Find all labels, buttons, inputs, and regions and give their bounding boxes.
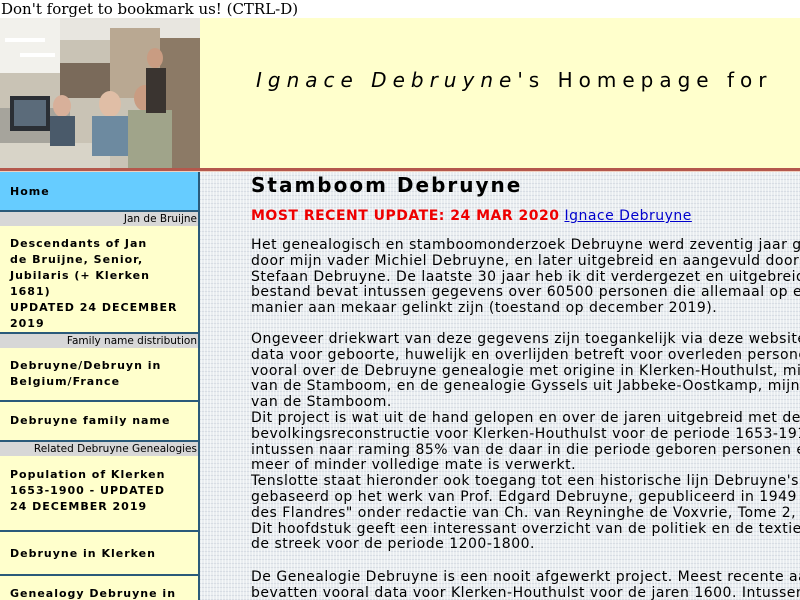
sidebar-item-label: Debruyne in Klerken — [10, 547, 156, 560]
sidebar-item-population-klerken[interactable]: Population of Klerken 1653-1900 - UPDATE… — [0, 456, 200, 532]
text-line: bestand bevat intussen gegevens over 605… — [251, 284, 800, 301]
sidebar-item-descendants[interactable]: Descendants of Jan de Bruijne, Senior, J… — [0, 226, 200, 334]
text-line: De Genealogie Debruyne is een nooit afge… — [251, 569, 800, 585]
sidebar-item-label: UPDATED 24 DECEMBER — [10, 301, 178, 314]
closing-paragraph: De Genealogie Debruyne is een nooit afge… — [251, 569, 800, 600]
text-line: bevatten vooral data voor Klerken-Houthu… — [251, 584, 800, 600]
sidebar-item-label: Home — [10, 185, 50, 198]
text-line: intussen naar raming 85% van de daar in … — [251, 441, 800, 458]
homepage-heading: Ignace Debruyne's Homepage for — [256, 68, 772, 92]
page-title: Stamboom Debruyne — [251, 173, 523, 197]
main-content: Stamboom Debruyne MOST RECENT UPDATE: 24… — [251, 172, 800, 600]
sidebar-item-label: Debruyne family name — [10, 414, 171, 427]
header-photo — [0, 18, 200, 168]
sidebar-item-label: 2019 — [10, 317, 45, 330]
intro-paragraph: Het genealogisch en stamboomonderzoek De… — [251, 237, 800, 317]
sidebar-item-genealogy-debruyne[interactable]: Genealogy Debruyne in — [0, 576, 200, 600]
sidebar-item-label: Population of Klerken — [10, 468, 166, 481]
sidebar-item-label: Debruyne/Debruyn in — [10, 359, 162, 372]
sidebar-item-label: de Bruijne, Senior, — [10, 253, 144, 266]
sidebar-item-label: Descendants of Jan — [10, 237, 148, 250]
text-line: door mijn vader Michiel Debruyne, en lat… — [251, 252, 800, 269]
category-jan-de-bruijne: Jan de Bruijne — [0, 212, 200, 226]
text-line: vooral over de Debruyne genealogie met o… — [251, 362, 800, 379]
photo-image — [0, 18, 200, 168]
text-line: gebaseerd op het werk van Prof. Edgard D… — [251, 488, 800, 505]
text-line: Tenslotte staat hieronder ook toegang to… — [251, 473, 800, 490]
text-line: meer of minder volledige mate is verwerk… — [251, 457, 577, 474]
text-line: de streek voor de periode 1200-1800. — [251, 536, 535, 553]
text-line: data voor geboorte, huwelijk en overlijd… — [251, 346, 800, 363]
category-related-genealogies: Related Debruyne Genealogies — [0, 442, 200, 456]
sidebar-item-distribution[interactable]: Debruyne/Debruyn in Belgium/France — [0, 348, 200, 402]
text-line: Dit hoofdstuk geeft een interessant over… — [251, 520, 800, 537]
sidebar-item-label: Belgium/France — [10, 375, 121, 388]
sidebar-item-debruyne-klerken[interactable]: Debruyne in Klerken — [0, 532, 200, 576]
sidebar-item-label: Jubilaris (+ Klerken 1681) — [10, 269, 150, 298]
text-line: van de Stamboom. — [251, 394, 392, 411]
sidebar-item-label: Genealogy Debruyne in — [10, 587, 177, 600]
sidebar-item-label: 24 DECEMBER 2019 — [10, 500, 148, 513]
text-line: van de Stamboom, en de genealogie Gyssel… — [251, 378, 800, 395]
homepage-heading-rest: 's Homepage for — [517, 68, 773, 92]
update-line: MOST RECENT UPDATE: 24 MAR 2020 Ignace D… — [251, 208, 692, 224]
update-label: MOST RECENT UPDATE: 24 MAR 2020 — [251, 208, 560, 224]
text-line: Het genealogisch en stamboomonderzoek De… — [251, 237, 800, 253]
owner-name: Ignace Debruyne — [256, 68, 518, 92]
text-line: bevolkingsreconstructie voor Klerken-Hou… — [251, 425, 800, 442]
text-line: Ongeveer driekwart van deze gegevens zij… — [251, 331, 800, 347]
author-link[interactable]: Ignace Debruyne — [564, 208, 691, 224]
page-banner: Ignace Debruyne's Homepage for — [200, 18, 800, 169]
sidebar-nav: Home Jan de Bruijne Descendants of Jan d… — [0, 172, 200, 600]
bookmark-notice: Don't forget to bookmark us! (CTRL-D) — [0, 0, 800, 18]
text-line: Dit project is wat uit de hand gelopen e… — [251, 409, 800, 426]
details-paragraph: Ongeveer driekwart van deze gegevens zij… — [251, 331, 800, 553]
text-line: manier aan mekaar gelinkt zijn (toestand… — [251, 300, 718, 317]
text-line: Stefaan Debruyne. De laatste 30 jaar heb… — [251, 268, 800, 285]
category-family-name-distribution: Family name distribution — [0, 334, 200, 348]
sidebar-item-home[interactable]: Home — [0, 172, 200, 212]
sidebar-item-label: 1653-1900 - UPDATED — [10, 484, 165, 497]
sidebar-item-family-name[interactable]: Debruyne family name — [0, 402, 200, 442]
text-line: des Flandres" onder redactie van Ch. van… — [251, 504, 800, 521]
